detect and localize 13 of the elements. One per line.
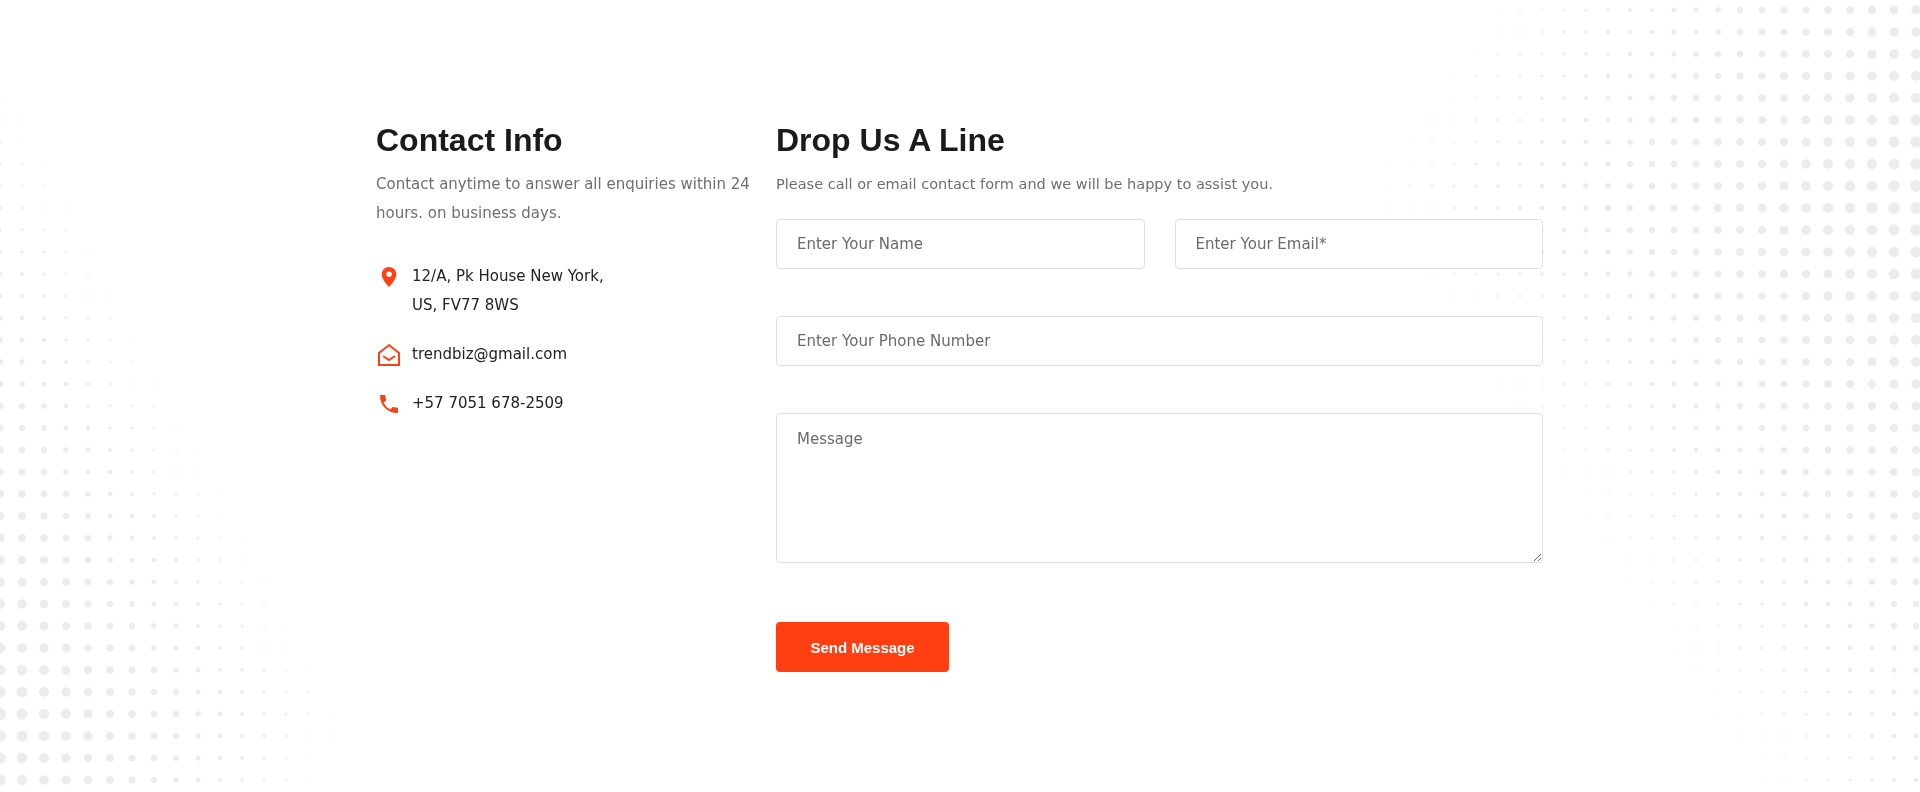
input-field[interactable]: Enter Your Email* xyxy=(1174,219,1543,269)
description-text: Please call or email contact form and we will be happy to assist you. xyxy=(776,175,1275,194)
envelope-icon xyxy=(376,342,402,368)
send-button[interactable]: Send Message xyxy=(776,622,949,672)
input-field[interactable]: Enter Your Phone Number xyxy=(776,316,1543,366)
phone-text: +57 7051 678-2509 xyxy=(412,393,564,414)
section-heading: Contact Info xyxy=(376,121,564,160)
input-field[interactable]: Enter Your Name xyxy=(776,219,1145,269)
section-heading: Drop Us A Line xyxy=(776,121,1006,160)
message-field[interactable]: Message xyxy=(776,413,1543,563)
description-text: Contact anytime to answer all enquiries within 24 hours. on business days. xyxy=(376,174,751,224)
email-text: trendbiz@gmail.com xyxy=(412,344,567,365)
address-text: 12/A, Pk House New York, US, FV77 8WS xyxy=(412,266,604,316)
